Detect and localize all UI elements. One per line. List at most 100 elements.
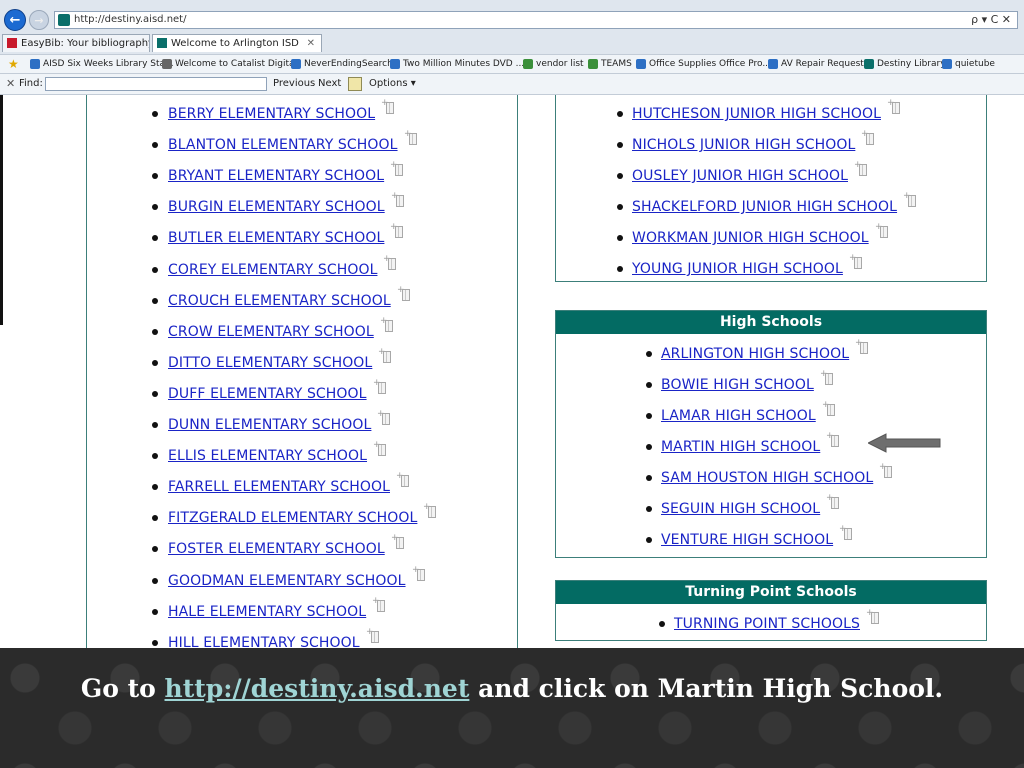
bullet-icon: [152, 546, 158, 553]
pointer-arrow-icon: [868, 433, 941, 453]
school-link[interactable]: BLANTON ELEMENTARY SCHOOL: [168, 135, 398, 155]
favorite-item[interactable]: AISD Six Weeks Library Sta...: [30, 55, 174, 73]
caption-text-after: and click on Martin High School.: [469, 674, 944, 703]
favorite-label: TEAMS: [601, 59, 632, 69]
favorite-item[interactable]: Office Supplies Office Pro...: [636, 55, 771, 73]
add-to-list-book-icon[interactable]: +: [903, 191, 917, 209]
add-to-list-book-icon[interactable]: +: [372, 596, 386, 614]
forward-button[interactable]: →: [29, 10, 49, 30]
school-link[interactable]: FARRELL ELEMENTARY SCHOOL: [168, 477, 390, 497]
school-link[interactable]: GOODMAN ELEMENTARY SCHOOL: [168, 571, 406, 591]
add-to-list-book-icon[interactable]: +: [861, 129, 875, 147]
favorite-item[interactable]: AV Repair Request: [768, 55, 864, 73]
find-next-button[interactable]: Next: [318, 78, 341, 89]
school-link[interactable]: BERRY ELEMENTARY SCHOOL: [168, 104, 375, 124]
school-link[interactable]: ARLINGTON HIGH SCHOOL: [661, 344, 849, 364]
favorite-item[interactable]: vendor list: [523, 55, 584, 73]
school-link[interactable]: LAMAR HIGH SCHOOL: [661, 406, 816, 426]
school-link[interactable]: YOUNG JUNIOR HIGH SCHOOL: [632, 259, 843, 279]
turning-point-schools-header: Turning Point Schools: [556, 581, 986, 604]
add-to-list-book-icon[interactable]: +: [879, 462, 893, 480]
favorite-item[interactable]: Two Million Minutes DVD ...: [390, 55, 524, 73]
add-to-list-book-icon[interactable]: +: [390, 222, 404, 240]
school-link[interactable]: BUTLER ELEMENTARY SCHOOL: [168, 228, 384, 248]
find-input[interactable]: [45, 77, 267, 91]
add-to-list-book-icon[interactable]: +: [849, 253, 863, 271]
school-link[interactable]: HUTCHESON JUNIOR HIGH SCHOOL: [632, 104, 881, 124]
favorite-item[interactable]: NeverEndingSearch: [291, 55, 393, 73]
bullet-icon: [152, 484, 158, 491]
highlight-pencil-icon[interactable]: [348, 77, 362, 91]
browser-chrome: ← → http://destiny.aisd.net/ ρ ▾ C ✕ Eas…: [0, 0, 1024, 95]
add-to-list-book-icon[interactable]: +: [854, 160, 868, 178]
school-link[interactable]: ELLIS ELEMENTARY SCHOOL: [168, 446, 367, 466]
address-controls[interactable]: ρ ▾ C ✕: [971, 12, 1011, 28]
school-link[interactable]: BURGIN ELEMENTARY SCHOOL: [168, 197, 385, 217]
add-to-list-book-icon[interactable]: +: [397, 285, 411, 303]
bullet-icon: [152, 297, 158, 304]
favorite-item[interactable]: TEAMS: [588, 55, 632, 73]
school-link[interactable]: SEGUIN HIGH SCHOOL: [661, 499, 820, 519]
address-url[interactable]: http://destiny.aisd.net/: [74, 13, 186, 27]
school-link[interactable]: BRYANT ELEMENTARY SCHOOL: [168, 166, 384, 186]
add-to-list-book-icon[interactable]: +: [396, 471, 410, 489]
tab-close-icon[interactable]: ✕: [307, 35, 315, 52]
school-link[interactable]: COREY ELEMENTARY SCHOOL: [168, 260, 377, 280]
tab-arlington-isd[interactable]: Welcome to Arlington ISD ✕: [152, 34, 322, 52]
school-link[interactable]: OUSLEY JUNIOR HIGH SCHOOL: [632, 166, 848, 186]
find-close-icon[interactable]: ✕: [6, 77, 15, 90]
school-link[interactable]: CROUCH ELEMENTARY SCHOOL: [168, 291, 391, 311]
back-button[interactable]: ←: [4, 9, 26, 31]
add-to-list-book-icon[interactable]: +: [383, 254, 397, 272]
add-to-list-book-icon[interactable]: +: [404, 129, 418, 147]
add-to-list-book-icon[interactable]: +: [826, 493, 840, 511]
add-to-list-book-icon[interactable]: +: [423, 502, 437, 520]
find-options-button[interactable]: Options ▾: [369, 78, 416, 89]
school-link[interactable]: BOWIE HIGH SCHOOL: [661, 375, 814, 395]
school-link[interactable]: DUFF ELEMENTARY SCHOOL: [168, 384, 367, 404]
school-link[interactable]: HALE ELEMENTARY SCHOOL: [168, 602, 366, 622]
school-link[interactable]: TURNING POINT SCHOOLS: [674, 614, 860, 634]
add-to-list-book-icon[interactable]: +: [887, 98, 901, 116]
school-link[interactable]: CROW ELEMENTARY SCHOOL: [168, 322, 374, 342]
find-previous-button[interactable]: Previous: [273, 78, 315, 89]
forward-arrow-icon: →: [34, 13, 44, 27]
add-to-list-book-icon[interactable]: +: [826, 431, 840, 449]
add-to-list-book-icon[interactable]: +: [391, 191, 405, 209]
add-to-list-book-icon[interactable]: +: [378, 347, 392, 365]
favorites-star-icon[interactable]: ★: [8, 57, 19, 71]
school-link[interactable]: VENTURE HIGH SCHOOL: [661, 530, 833, 550]
school-link[interactable]: NICHOLS JUNIOR HIGH SCHOOL: [632, 135, 855, 155]
add-to-list-book-icon[interactable]: +: [373, 440, 387, 458]
school-link[interactable]: HILL ELEMENTARY SCHOOL: [168, 633, 360, 648]
add-to-list-book-icon[interactable]: +: [366, 627, 380, 645]
school-link[interactable]: FITZGERALD ELEMENTARY SCHOOL: [168, 508, 417, 528]
favorite-page-icon: [942, 59, 952, 69]
add-to-list-book-icon[interactable]: +: [391, 533, 405, 551]
add-to-list-book-icon[interactable]: +: [377, 409, 391, 427]
add-to-list-book-icon[interactable]: +: [839, 524, 853, 542]
school-link[interactable]: DUNN ELEMENTARY SCHOOL: [168, 415, 371, 435]
add-to-list-book-icon[interactable]: +: [381, 98, 395, 116]
add-to-list-book-icon[interactable]: +: [866, 608, 880, 626]
add-to-list-book-icon[interactable]: +: [390, 160, 404, 178]
add-to-list-book-icon[interactable]: +: [875, 222, 889, 240]
school-link[interactable]: SHACKELFORD JUNIOR HIGH SCHOOL: [632, 197, 897, 217]
add-to-list-book-icon[interactable]: +: [373, 378, 387, 396]
add-to-list-book-icon[interactable]: +: [412, 565, 426, 583]
add-to-list-book-icon[interactable]: +: [822, 400, 836, 418]
favorite-item[interactable]: Destiny Library: [864, 55, 946, 73]
tab-easybib[interactable]: EasyBib: Your bibliography / w...: [2, 34, 150, 52]
add-to-list-book-icon[interactable]: +: [380, 316, 394, 334]
favorite-item[interactable]: quietube: [942, 55, 995, 73]
school-link[interactable]: FOSTER ELEMENTARY SCHOOL: [168, 539, 385, 559]
school-link[interactable]: DITTO ELEMENTARY SCHOOL: [168, 353, 372, 373]
add-to-list-book-icon[interactable]: +: [820, 369, 834, 387]
add-to-list-book-icon[interactable]: +: [855, 338, 869, 356]
caption-link[interactable]: http://destiny.aisd.net: [165, 674, 470, 703]
school-link[interactable]: MARTIN HIGH SCHOOL: [661, 437, 820, 457]
favorite-item[interactable]: Welcome to Catalist Digital!: [162, 55, 301, 73]
school-link[interactable]: SAM HOUSTON HIGH SCHOOL: [661, 468, 873, 488]
address-bar[interactable]: http://destiny.aisd.net/ ρ ▾ C ✕: [54, 11, 1018, 29]
school-link[interactable]: WORKMAN JUNIOR HIGH SCHOOL: [632, 228, 869, 248]
